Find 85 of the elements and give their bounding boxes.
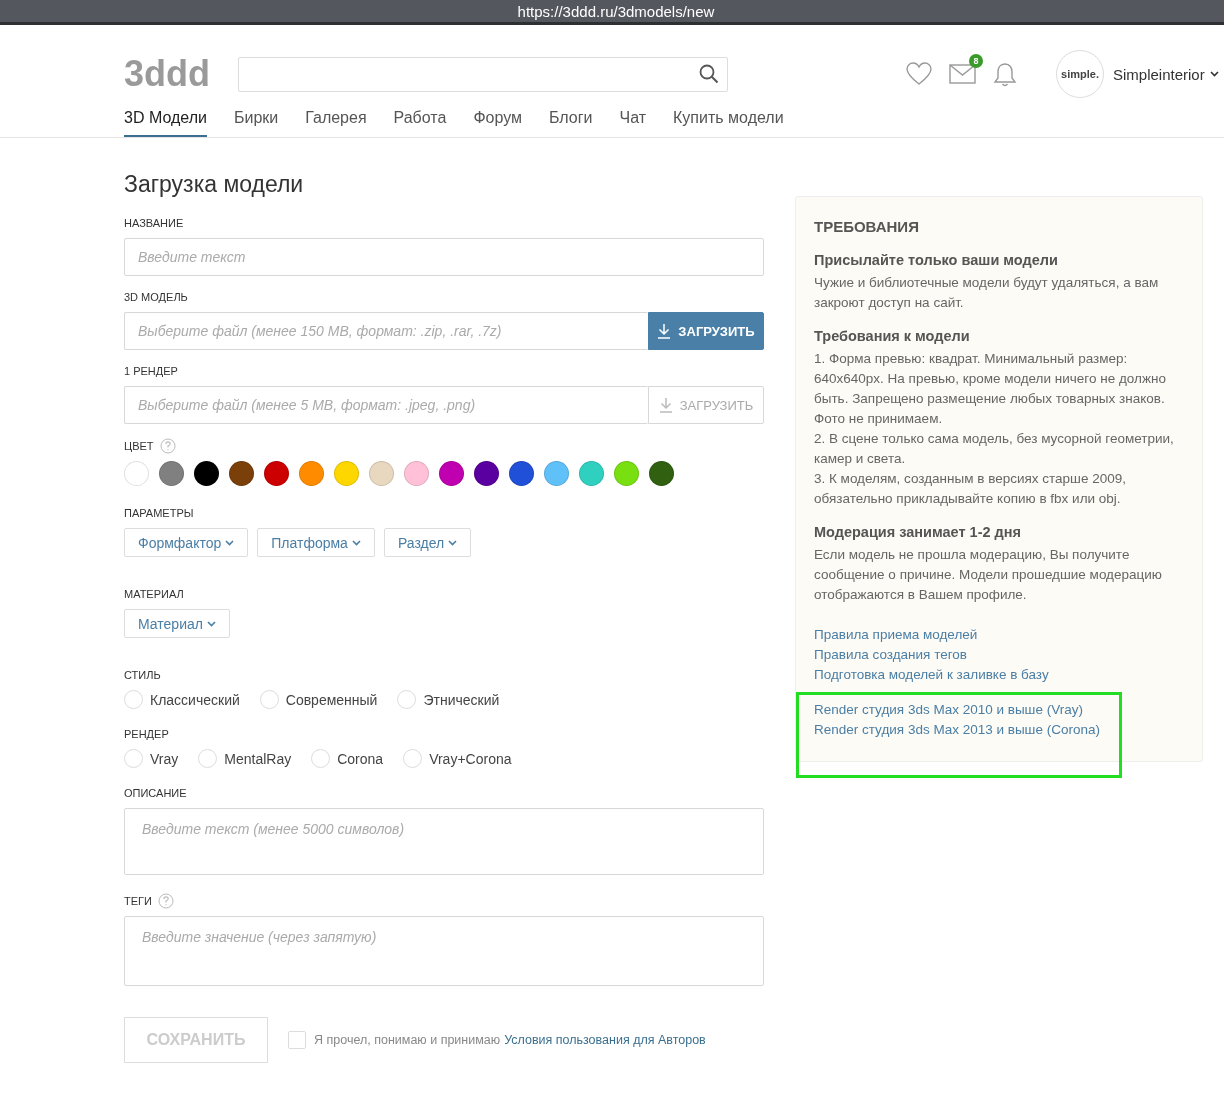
color-swatch[interactable] (194, 461, 219, 486)
field-label: ЦВЕТ (124, 439, 154, 453)
rules-link[interactable]: Подготовка моделей к заливке в базу (814, 665, 1184, 685)
dropdown[interactable]: Платформа (257, 528, 375, 557)
field-label: 1 РЕНДЕР (124, 364, 179, 378)
search-icon[interactable] (699, 64, 719, 84)
nav-tab[interactable]: Форум (473, 107, 522, 135)
download-icon (657, 323, 672, 339)
section-heading: Требования к модели (814, 328, 971, 344)
nav-tab[interactable]: Галерея (305, 107, 367, 135)
section-heading: Модерация занимает 1-2 дня (814, 524, 1022, 540)
field-label: ОПИСАНИЕ (124, 786, 188, 800)
help-icon[interactable] (157, 893, 174, 909)
chevron-down-icon (351, 539, 361, 546)
dropdown[interactable]: Раздел (383, 528, 472, 557)
color-swatch[interactable] (124, 461, 149, 486)
mail-icon[interactable] (949, 64, 976, 84)
terms-link[interactable]: Условия пользования для Авторов (504, 1033, 706, 1047)
chevron-down-icon (225, 539, 235, 546)
requirement-text: 2. В сцене только сама модель, без мусорной геометрии, камер и света. (814, 430, 1175, 468)
name-input[interactable]: Введите текст (124, 238, 764, 276)
render-studio-link[interactable]: Render студия 3ds Max 2013 и выше (Corona) (814, 720, 1184, 740)
panel-title: ТРЕБОВАНИЯ (814, 218, 920, 235)
nav-tab[interactable]: Бирки (233, 107, 279, 135)
agree-text: Я прочел, понимаю и принимаю (314, 1033, 501, 1047)
color-swatch[interactable] (299, 461, 324, 486)
rules-link[interactable]: Правила приема моделей (814, 625, 1184, 645)
help-icon[interactable] (159, 438, 176, 454)
color-swatch[interactable] (614, 461, 639, 486)
color-swatch[interactable] (369, 461, 394, 486)
download-icon (658, 397, 673, 413)
field-label: СТИЛЬ (124, 668, 162, 682)
color-swatch[interactable] (404, 461, 429, 486)
chevron-down-icon (1209, 71, 1219, 77)
dropdown[interactable]: Материал (124, 609, 230, 638)
color-swatch[interactable] (544, 461, 569, 486)
nav-tab[interactable]: Блоги (549, 107, 593, 135)
url-text: https://3ddd.ru/3dmodels/new (517, 2, 715, 20)
color-swatch[interactable] (439, 461, 464, 486)
color-swatch[interactable] (264, 461, 289, 486)
radio-option[interactable]: Классический (124, 690, 240, 709)
requirement-text: Если модель не прошла модерацию, Вы получите сообщение о причине. Модели прошедшие модерацию отображаются в Вашем профиле. (814, 546, 1163, 604)
radio-option[interactable]: MentalRay (198, 749, 292, 768)
field-label: ПАРАМЕТРЫ (124, 506, 195, 520)
file-input[interactable]: Выберите файл (менее 150 MB, формат: .zip, .rar, .7z) (124, 312, 648, 350)
nav-tab[interactable]: Работа (393, 107, 447, 135)
username-menu[interactable]: Simpleinterior (1113, 65, 1219, 83)
radio-option[interactable]: Vray+Corona (403, 749, 512, 768)
field-label: 3D МОДЕЛЬ (124, 290, 189, 304)
color-swatch[interactable] (229, 461, 254, 486)
requirement-text: 3. К моделям, созданным в версиях старше 2009, обязательно прикладывайте копию в fbx или obj. (814, 470, 1127, 508)
field-label: РЕНДЕР (124, 727, 170, 741)
color-swatch[interactable] (509, 461, 534, 486)
field-label: МАТЕРИАЛ (124, 587, 185, 601)
color-swatch[interactable] (474, 461, 499, 486)
tags-input[interactable]: Введите значение (через запятую) (124, 916, 764, 986)
requirement-text: Чужие и библиотечные модели будут удаляться, а вам закроют доступ на сайт. (814, 274, 1160, 312)
requirement-text: 1. Форма превью: квадрат. Минимальный размер: 640x640px. На превью, кроме модели ничего не должно быть. Запрещено размещение любых товарных знаков. Фото не принимаем. (814, 350, 1167, 428)
rules-link[interactable]: Правила создания тегов (814, 645, 1184, 665)
upload-button[interactable]: ЗАГРУЗИТЬ (648, 312, 764, 350)
radio-option[interactable]: Этнический (397, 690, 500, 709)
bell-icon[interactable] (993, 61, 1017, 87)
render-studio-link[interactable]: Render студия 3ds Max 2010 и выше (Vray) (814, 700, 1184, 720)
nav-tab[interactable]: 3D Модели (124, 107, 207, 137)
color-swatch[interactable] (159, 461, 184, 486)
description-input[interactable]: Введите текст (менее 5000 символов) (124, 808, 764, 875)
field-label: НАЗВАНИЕ (124, 216, 185, 230)
chevron-down-icon (206, 620, 216, 627)
color-swatch[interactable] (649, 461, 674, 486)
radio-option[interactable]: Corona (311, 749, 384, 768)
section-heading: Присылайте только ваши модели (814, 252, 1059, 268)
color-swatch[interactable] (334, 461, 359, 486)
page-title: Загрузка модели (124, 170, 305, 198)
radio-option[interactable]: Vray (124, 749, 179, 768)
radio-option[interactable]: Современный (259, 690, 378, 709)
heart-icon[interactable] (906, 62, 932, 86)
nav-tab[interactable]: Чат (619, 107, 647, 135)
dropdown[interactable]: Формфактор (124, 528, 249, 557)
message-count-badge: 8 (969, 54, 983, 68)
nav-tab[interactable]: Купить модели (673, 107, 784, 135)
field-label: ТЕГИ (124, 894, 152, 908)
color-swatch[interactable] (579, 461, 604, 486)
agree-checkbox[interactable] (288, 1031, 306, 1049)
search-field[interactable] (238, 56, 728, 92)
chevron-down-icon (448, 539, 458, 546)
